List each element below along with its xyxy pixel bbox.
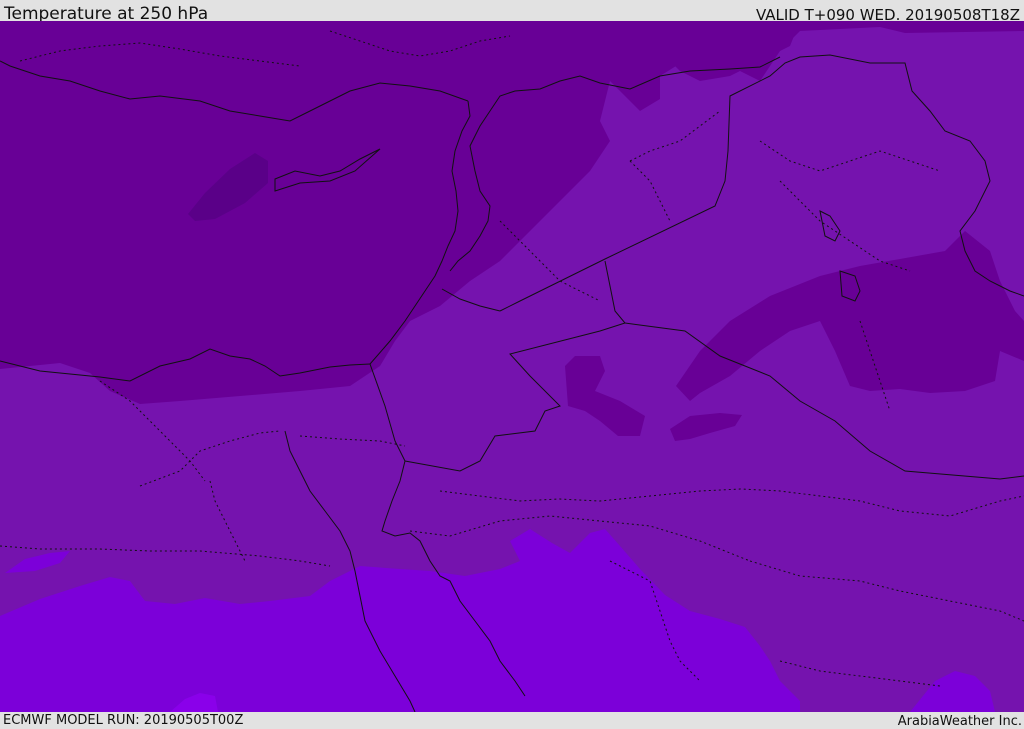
footer-bar: ECMWF MODEL RUN: 20190505T00Z ArabiaWeat… xyxy=(0,712,1024,729)
header-bar: Temperature at 250 hPa VALID T+090 WED. … xyxy=(0,0,1024,24)
weather-map xyxy=(0,21,1024,712)
credit: ArabiaWeather Inc. xyxy=(897,714,1022,729)
model-run: ECMWF MODEL RUN: 20190505T00Z xyxy=(3,713,244,728)
